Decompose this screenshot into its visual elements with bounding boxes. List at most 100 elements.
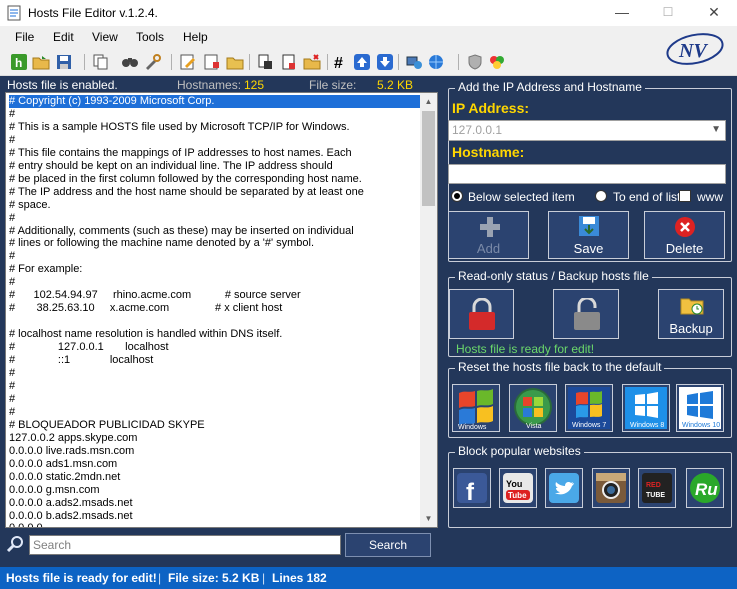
- reset-windows-10-button[interactable]: Windows 10: [676, 384, 724, 432]
- move-up-icon[interactable]: [353, 53, 371, 71]
- delete-icon[interactable]: [303, 53, 321, 71]
- reset-windows-7-button[interactable]: Windows 7: [565, 384, 613, 432]
- ip-address-select[interactable]: 127.0.0.1 ▼: [448, 120, 726, 141]
- editor-line[interactable]: # BLOQUEADOR PUBLICIDAD SKYPE: [9, 419, 421, 432]
- move-down-icon[interactable]: [376, 53, 394, 71]
- editor-line[interactable]: #: [9, 134, 421, 147]
- editor-line[interactable]: # For example:: [9, 263, 421, 276]
- editor-line[interactable]: #: [9, 406, 421, 419]
- hosts-icon[interactable]: h: [10, 53, 28, 71]
- editor-scrollbar[interactable]: ▲ ▼: [420, 93, 437, 527]
- title-bar: Hosts File Editor v.1.2.4. — ☐ ✕: [0, 0, 737, 26]
- editor-line[interactable]: # 38.25.63.10 x.acme.com # x client host: [9, 302, 421, 315]
- www-checkbox[interactable]: [679, 190, 691, 202]
- editor-line[interactable]: #: [9, 367, 421, 380]
- block-ru-button[interactable]: Ru: [686, 468, 724, 508]
- editor-line[interactable]: # localhost name resolution is handled w…: [9, 328, 421, 341]
- menu-view[interactable]: View: [92, 30, 118, 44]
- editor-line[interactable]: [9, 315, 421, 328]
- reset-windows-xp-button[interactable]: Windows: [452, 384, 500, 432]
- editor-line[interactable]: # 102.54.94.97 rhino.acme.com # source s…: [9, 289, 421, 302]
- block-facebook-button[interactable]: f: [453, 468, 491, 508]
- menu-file[interactable]: File: [15, 30, 34, 44]
- find-icon[interactable]: [121, 53, 139, 71]
- paste-icon[interactable]: [280, 53, 298, 71]
- editor-line[interactable]: 127.0.0.2 apps.skype.com: [9, 432, 421, 445]
- block-youtube-button[interactable]: You Tube: [499, 468, 537, 508]
- editor-line[interactable]: 0.0.0.0 g.msn.com: [9, 484, 421, 497]
- tools-icon[interactable]: [144, 53, 162, 71]
- close-button[interactable]: ✕: [691, 0, 737, 26]
- editor-line[interactable]: # entry should be kept on an individual …: [9, 160, 421, 173]
- editor-line[interactable]: # 127.0.0.1 localhost: [9, 341, 421, 354]
- open-folder-icon[interactable]: [32, 53, 50, 71]
- copy-icon[interactable]: [92, 53, 110, 71]
- lock-button[interactable]: [449, 289, 514, 339]
- block-redtube-button[interactable]: RED TUBE: [638, 468, 676, 508]
- editor-line[interactable]: # This is a sample HOSTS file used by Mi…: [9, 121, 421, 134]
- editor-line[interactable]: #: [9, 393, 421, 406]
- radio-end-of-list[interactable]: [595, 190, 607, 202]
- edit-icon[interactable]: [179, 53, 197, 71]
- shield-icon[interactable]: [466, 53, 484, 71]
- web-icon[interactable]: [427, 53, 445, 71]
- editor-line[interactable]: # lines or following the machine name de…: [9, 237, 421, 250]
- radio-below-selected[interactable]: [451, 190, 463, 202]
- add-icon[interactable]: [203, 53, 221, 71]
- editor-line[interactable]: #: [9, 250, 421, 263]
- block-twitter-button[interactable]: [545, 468, 583, 508]
- unlock-button[interactable]: [553, 289, 619, 339]
- editor-line[interactable]: #: [9, 276, 421, 289]
- menu-tools[interactable]: Tools: [136, 30, 164, 44]
- editor-line-selected[interactable]: # Copyright (c) 1993-2009 Microsoft Corp…: [9, 95, 421, 108]
- lock-closed-icon: [469, 298, 495, 330]
- editor-line[interactable]: 0.0.0.0 static.2mdn.net: [9, 471, 421, 484]
- toolbar-separator: [398, 54, 399, 70]
- editor-line[interactable]: # space.: [9, 199, 421, 212]
- editor-line[interactable]: # This file contains the mappings of IP …: [9, 147, 421, 160]
- toolbar-separator: [84, 54, 85, 70]
- scroll-up-arrow-icon[interactable]: ▲: [420, 93, 437, 110]
- maximize-button[interactable]: ☐: [645, 0, 691, 26]
- editor-line[interactable]: 0.0.0.0 b.ads2.msads.net: [9, 510, 421, 523]
- editor-line[interactable]: # be placed in the first column followed…: [9, 173, 421, 186]
- facebook-icon: f: [457, 473, 487, 506]
- editor-line[interactable]: 0.0.0.0 ...: [9, 522, 421, 527]
- editor-line[interactable]: 0.0.0.0 a.ads2.msads.net: [9, 497, 421, 510]
- scrollbar-thumb[interactable]: [422, 111, 435, 206]
- reset-windows-vista-button[interactable]: Vista: [509, 384, 557, 432]
- editor-line[interactable]: # The IP address and the host name shoul…: [9, 186, 421, 199]
- reset-windows-8-button[interactable]: Windows 8: [622, 384, 670, 432]
- svg-text:NV: NV: [678, 40, 708, 62]
- window-title: Hosts File Editor v.1.2.4.: [28, 6, 158, 20]
- status-bar: Hosts file is ready for edit! | File siz…: [0, 567, 737, 589]
- search-input[interactable]: [29, 535, 341, 555]
- menu-edit[interactable]: Edit: [53, 30, 74, 44]
- editor-line[interactable]: #: [9, 212, 421, 225]
- network-icon[interactable]: [405, 53, 423, 71]
- editor-line[interactable]: #: [9, 380, 421, 393]
- hash-icon[interactable]: #: [332, 53, 350, 71]
- hosts-editor[interactable]: # Copyright (c) 1993-2009 Microsoft Corp…: [5, 92, 438, 528]
- block-instagram-button[interactable]: [592, 468, 630, 508]
- windows-xp-icon: Windows: [458, 389, 493, 431]
- save-icon[interactable]: [55, 53, 73, 71]
- backup-button[interactable]: Backup: [658, 289, 724, 339]
- menu-help[interactable]: Help: [183, 30, 208, 44]
- color-icon[interactable]: [488, 53, 506, 71]
- folder-icon[interactable]: [226, 53, 244, 71]
- editor-line[interactable]: 0.0.0.0 live.rads.msn.com: [9, 445, 421, 458]
- scroll-down-arrow-icon[interactable]: ▼: [420, 510, 437, 527]
- hostname-field[interactable]: [448, 164, 726, 184]
- editor-line[interactable]: 0.0.0.0 ads1.msn.com: [9, 458, 421, 471]
- cut-icon[interactable]: [256, 53, 274, 71]
- instagram-icon: [596, 473, 626, 503]
- editor-line[interactable]: # ::1 localhost: [9, 354, 421, 367]
- editor-line[interactable]: # Additionally, comments (such as these)…: [9, 225, 421, 238]
- minimize-button[interactable]: —: [599, 0, 645, 26]
- add-button[interactable]: Add: [448, 211, 529, 259]
- delete-button[interactable]: Delete: [644, 211, 725, 259]
- editor-line[interactable]: #: [9, 108, 421, 121]
- search-button[interactable]: Search: [345, 533, 431, 557]
- save-button[interactable]: Save: [548, 211, 629, 259]
